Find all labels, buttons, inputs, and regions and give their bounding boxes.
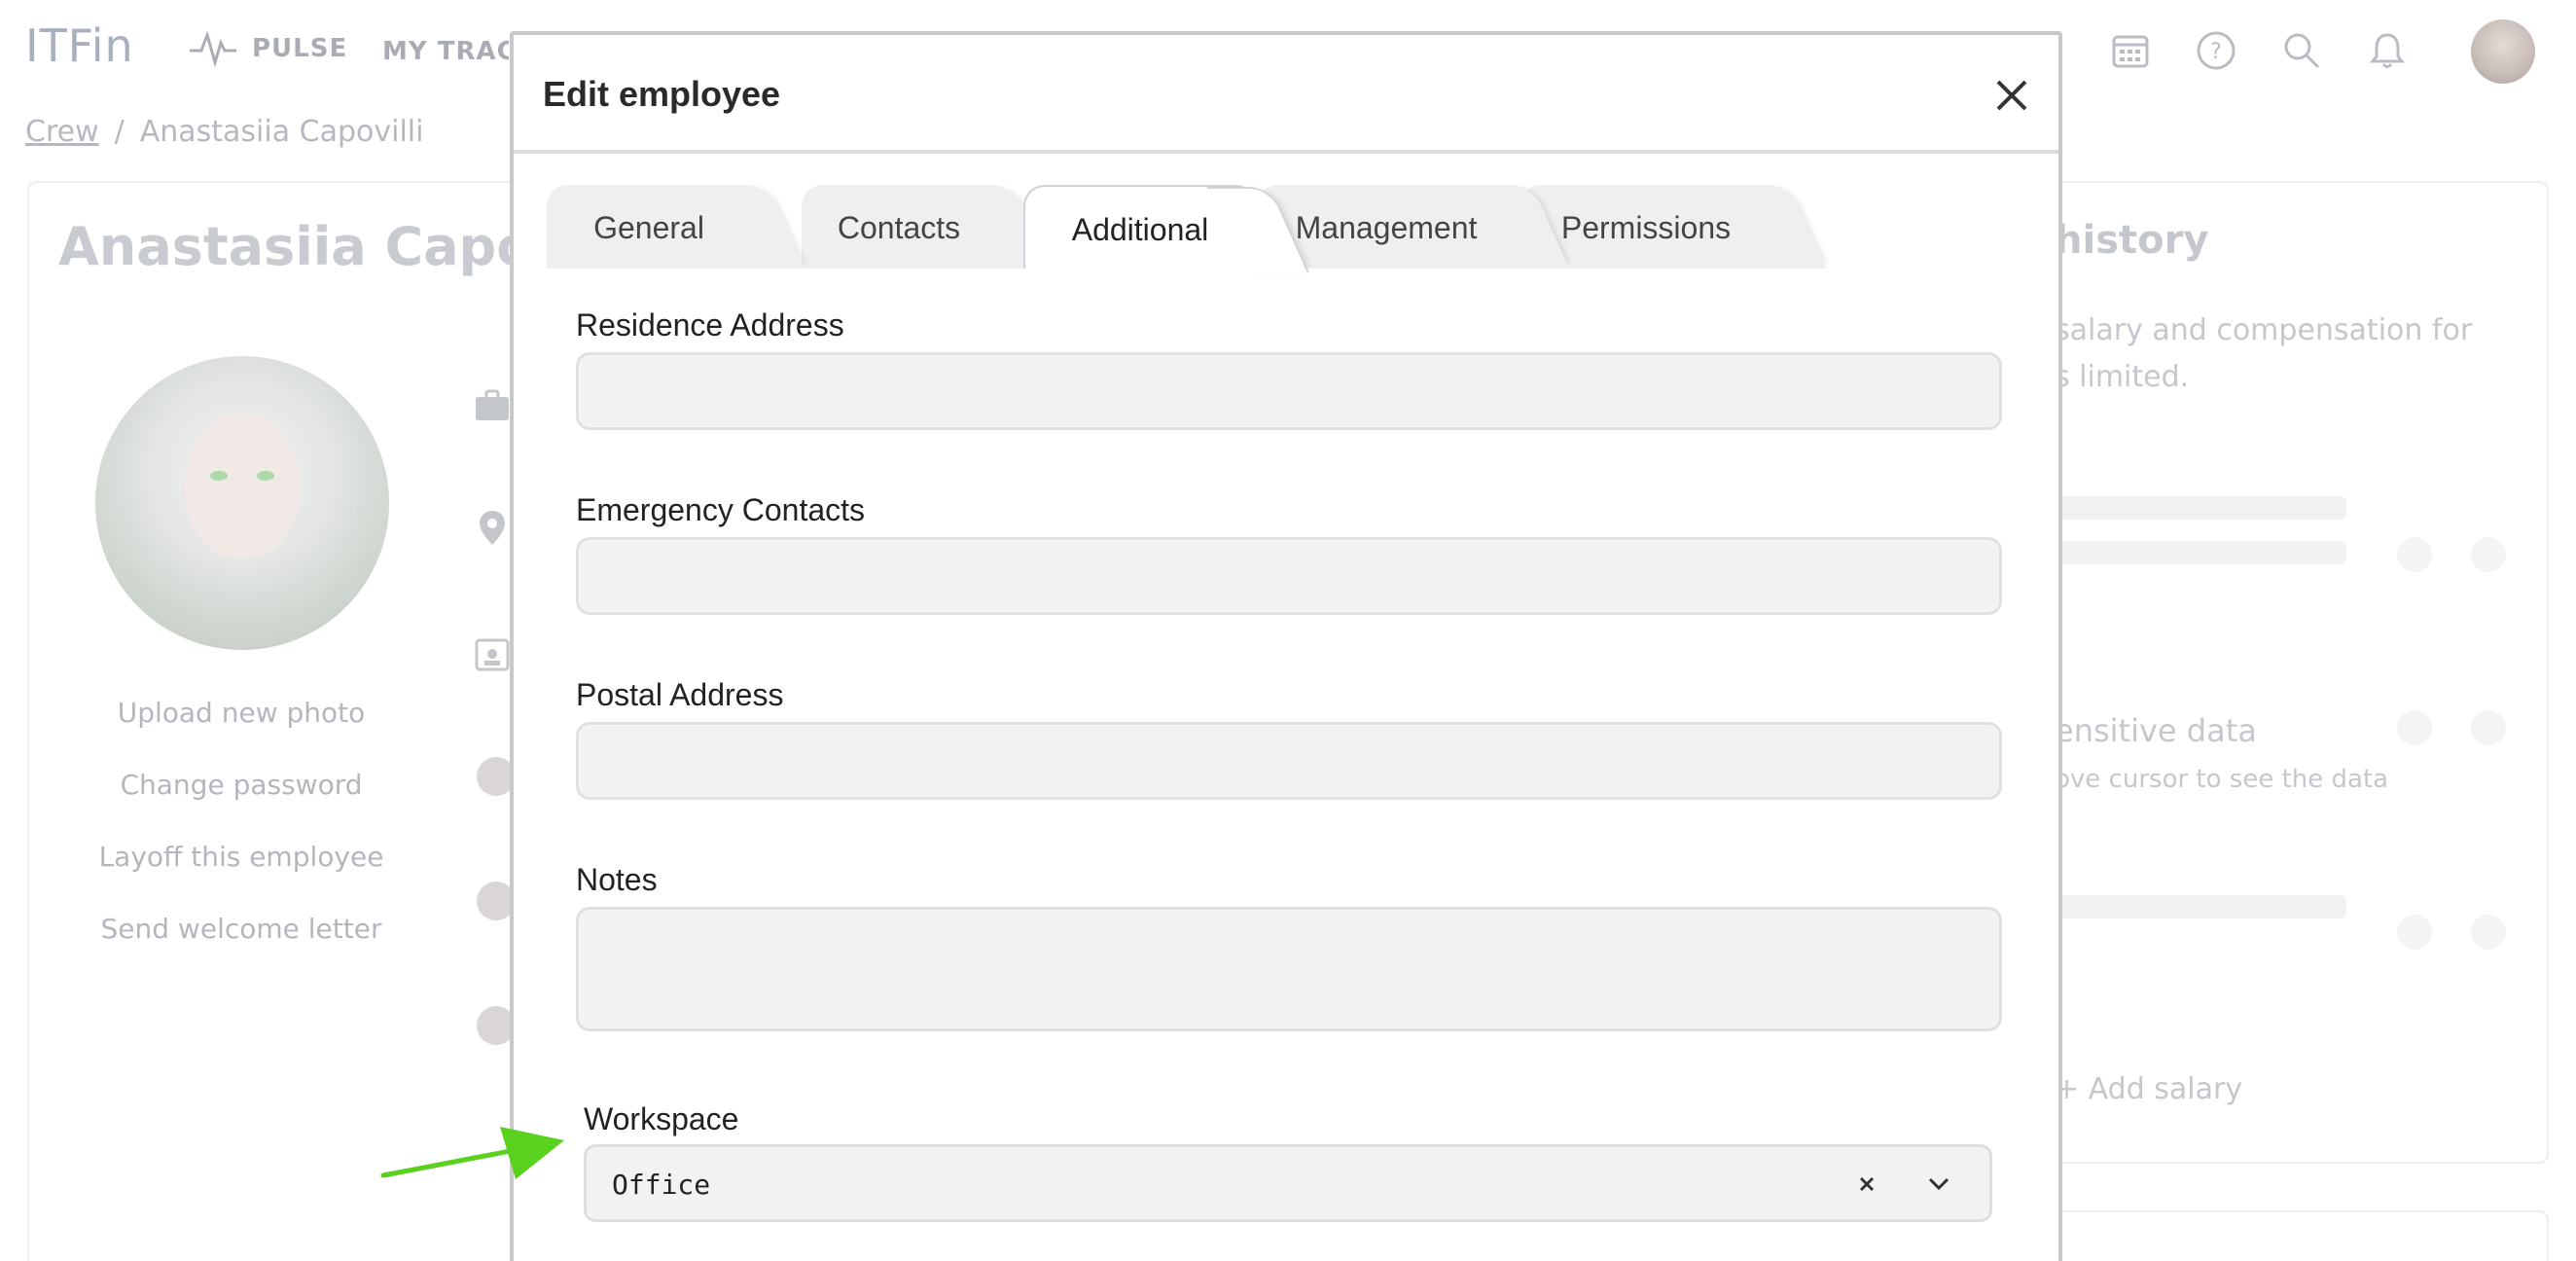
breadcrumb-crew-link[interactable]: Crew xyxy=(25,115,99,149)
close-button[interactable] xyxy=(1988,72,2035,119)
postal-address-label: Postal Address xyxy=(576,677,784,712)
modal-tabs: General Contacts Management Permissions … xyxy=(547,185,1811,269)
layoff-employee-link[interactable]: Layoff this employee xyxy=(95,841,387,873)
emergency-contacts-label: Emergency Contacts xyxy=(576,492,866,527)
edit-icon[interactable] xyxy=(2397,710,2432,745)
arrow-annotation xyxy=(380,1127,564,1179)
secondary-card xyxy=(2033,1210,2549,1261)
residence-address-input[interactable] xyxy=(576,352,2002,430)
app-logo[interactable]: ITFin xyxy=(25,19,134,72)
tab-additional[interactable]: Additional xyxy=(1023,185,1257,269)
edit-icon[interactable] xyxy=(2397,915,2432,950)
location-icon xyxy=(473,508,512,547)
blurred-salary-row xyxy=(2055,541,2346,564)
clear-icon[interactable] xyxy=(1847,1165,1886,1204)
salary-history-description: salary and compensation for s limited. xyxy=(2055,313,2473,394)
blurred-salary-row xyxy=(2055,496,2346,520)
sensitive-data-title: ensitive data xyxy=(2055,712,2257,749)
calendar-person-icon xyxy=(473,634,512,673)
employee-name: Anastasiia Capovilli xyxy=(58,216,516,277)
delete-icon[interactable] xyxy=(2471,915,2506,950)
breadcrumb: Crew / Anastasiia Capovilli xyxy=(25,115,423,149)
close-icon xyxy=(1996,80,2027,111)
upload-photo-link[interactable]: Upload new photo xyxy=(95,697,387,729)
notes-label: Notes xyxy=(576,862,658,897)
search-icon[interactable] xyxy=(2280,29,2323,72)
employee-photo xyxy=(95,356,389,650)
nav-my-tracker[interactable]: MY TRACKER xyxy=(382,37,509,66)
bell-icon[interactable] xyxy=(2366,29,2409,72)
sensitive-data-hint: ove cursor to see the data xyxy=(2055,765,2389,794)
modal-title: Edit employee xyxy=(543,74,781,114)
tab-general[interactable]: General xyxy=(547,185,751,269)
breadcrumb-current: Anastasiia Capovilli xyxy=(139,115,424,149)
delete-icon[interactable] xyxy=(2471,710,2506,745)
help-icon[interactable]: ? xyxy=(2195,29,2237,72)
workspace-label: Workspace xyxy=(584,1101,739,1136)
breadcrumb-separator: / xyxy=(114,115,125,149)
chevron-down-icon[interactable] xyxy=(1919,1165,1958,1204)
svg-text:?: ? xyxy=(2210,40,2222,64)
workspace-selected-value: Office xyxy=(612,1169,711,1201)
nav-pulse[interactable]: PULSE xyxy=(188,29,347,68)
send-welcome-letter-link[interactable]: Send welcome letter xyxy=(95,913,387,945)
nav-pulse-label: PULSE xyxy=(252,34,348,63)
briefcase-icon xyxy=(473,385,512,424)
postal-address-input[interactable] xyxy=(576,722,2002,800)
calendar-icon[interactable] xyxy=(2109,29,2152,72)
pulse-icon xyxy=(190,30,236,68)
add-salary-button[interactable]: + Add salary xyxy=(2055,1072,2242,1106)
emergency-contacts-input[interactable] xyxy=(576,537,2002,615)
delete-icon[interactable] xyxy=(2471,537,2506,572)
notes-textarea[interactable] xyxy=(576,907,2002,1031)
user-avatar[interactable] xyxy=(2471,19,2535,84)
change-password-link[interactable]: Change password xyxy=(95,769,387,801)
salary-history-title: history xyxy=(2055,218,2209,263)
workspace-select[interactable]: Office xyxy=(584,1144,1992,1222)
edit-employee-modal: Edit employee General Contacts Managemen… xyxy=(510,31,2062,1261)
tab-contacts[interactable]: Contacts xyxy=(802,185,996,269)
blurred-salary-row xyxy=(2055,895,2346,919)
modal-header: Edit employee xyxy=(514,35,2058,154)
residence-address-label: Residence Address xyxy=(576,307,844,342)
edit-icon[interactable] xyxy=(2397,537,2432,572)
